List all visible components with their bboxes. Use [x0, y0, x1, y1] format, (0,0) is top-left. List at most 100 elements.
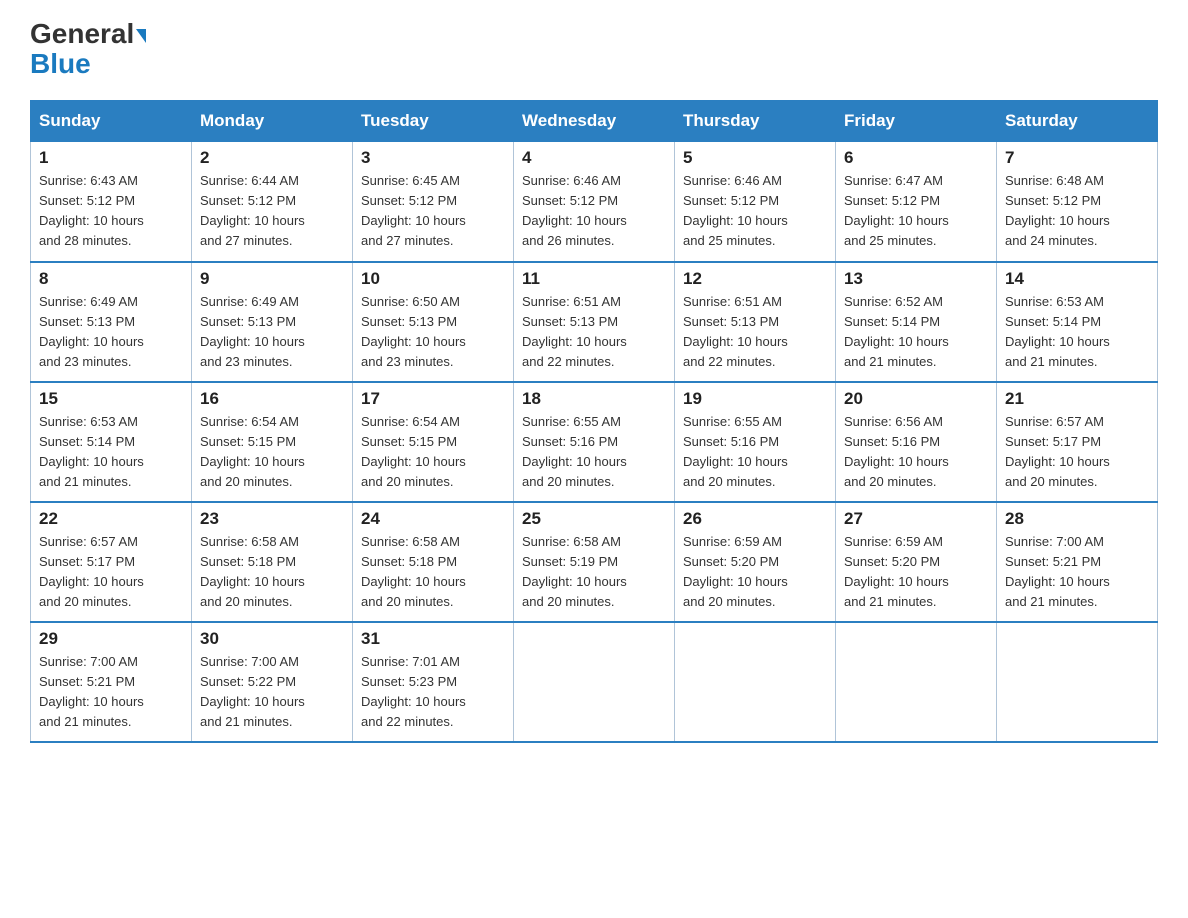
calendar-cell: 12 Sunrise: 6:51 AMSunset: 5:13 PMDaylig…	[675, 262, 836, 382]
day-number: 13	[844, 269, 988, 289]
calendar-week-row: 1 Sunrise: 6:43 AMSunset: 5:12 PMDayligh…	[31, 142, 1158, 262]
weekday-header-tuesday: Tuesday	[353, 101, 514, 142]
day-number: 7	[1005, 148, 1149, 168]
day-info: Sunrise: 6:46 AMSunset: 5:12 PMDaylight:…	[683, 173, 788, 248]
day-number: 29	[39, 629, 183, 649]
calendar-cell: 17 Sunrise: 6:54 AMSunset: 5:15 PMDaylig…	[353, 382, 514, 502]
day-number: 6	[844, 148, 988, 168]
calendar-cell: 5 Sunrise: 6:46 AMSunset: 5:12 PMDayligh…	[675, 142, 836, 262]
weekday-header-row: SundayMondayTuesdayWednesdayThursdayFrid…	[31, 101, 1158, 142]
day-info: Sunrise: 6:57 AMSunset: 5:17 PMDaylight:…	[39, 534, 144, 609]
calendar-week-row: 22 Sunrise: 6:57 AMSunset: 5:17 PMDaylig…	[31, 502, 1158, 622]
calendar-cell: 15 Sunrise: 6:53 AMSunset: 5:14 PMDaylig…	[31, 382, 192, 502]
day-info: Sunrise: 6:56 AMSunset: 5:16 PMDaylight:…	[844, 414, 949, 489]
day-number: 11	[522, 269, 666, 289]
calendar-cell	[675, 622, 836, 742]
calendar-cell: 2 Sunrise: 6:44 AMSunset: 5:12 PMDayligh…	[192, 142, 353, 262]
calendar-cell: 26 Sunrise: 6:59 AMSunset: 5:20 PMDaylig…	[675, 502, 836, 622]
day-number: 23	[200, 509, 344, 529]
day-number: 12	[683, 269, 827, 289]
calendar-cell: 11 Sunrise: 6:51 AMSunset: 5:13 PMDaylig…	[514, 262, 675, 382]
day-info: Sunrise: 6:54 AMSunset: 5:15 PMDaylight:…	[200, 414, 305, 489]
calendar-cell: 30 Sunrise: 7:00 AMSunset: 5:22 PMDaylig…	[192, 622, 353, 742]
day-number: 4	[522, 148, 666, 168]
day-number: 19	[683, 389, 827, 409]
calendar-table: SundayMondayTuesdayWednesdayThursdayFrid…	[30, 100, 1158, 743]
day-info: Sunrise: 6:47 AMSunset: 5:12 PMDaylight:…	[844, 173, 949, 248]
day-info: Sunrise: 6:58 AMSunset: 5:19 PMDaylight:…	[522, 534, 627, 609]
calendar-cell: 22 Sunrise: 6:57 AMSunset: 5:17 PMDaylig…	[31, 502, 192, 622]
logo: General Blue	[30, 20, 146, 80]
day-number: 22	[39, 509, 183, 529]
day-info: Sunrise: 6:59 AMSunset: 5:20 PMDaylight:…	[844, 534, 949, 609]
calendar-cell: 7 Sunrise: 6:48 AMSunset: 5:12 PMDayligh…	[997, 142, 1158, 262]
weekday-header-monday: Monday	[192, 101, 353, 142]
calendar-cell: 20 Sunrise: 6:56 AMSunset: 5:16 PMDaylig…	[836, 382, 997, 502]
calendar-cell	[836, 622, 997, 742]
day-number: 8	[39, 269, 183, 289]
calendar-cell: 19 Sunrise: 6:55 AMSunset: 5:16 PMDaylig…	[675, 382, 836, 502]
calendar-cell: 3 Sunrise: 6:45 AMSunset: 5:12 PMDayligh…	[353, 142, 514, 262]
day-number: 27	[844, 509, 988, 529]
day-number: 18	[522, 389, 666, 409]
day-number: 15	[39, 389, 183, 409]
calendar-cell: 1 Sunrise: 6:43 AMSunset: 5:12 PMDayligh…	[31, 142, 192, 262]
day-info: Sunrise: 6:58 AMSunset: 5:18 PMDaylight:…	[361, 534, 466, 609]
calendar-cell: 29 Sunrise: 7:00 AMSunset: 5:21 PMDaylig…	[31, 622, 192, 742]
calendar-cell: 6 Sunrise: 6:47 AMSunset: 5:12 PMDayligh…	[836, 142, 997, 262]
day-number: 1	[39, 148, 183, 168]
day-number: 28	[1005, 509, 1149, 529]
day-number: 30	[200, 629, 344, 649]
day-info: Sunrise: 6:49 AMSunset: 5:13 PMDaylight:…	[39, 294, 144, 369]
day-info: Sunrise: 6:59 AMSunset: 5:20 PMDaylight:…	[683, 534, 788, 609]
calendar-cell: 27 Sunrise: 6:59 AMSunset: 5:20 PMDaylig…	[836, 502, 997, 622]
day-info: Sunrise: 7:00 AMSunset: 5:22 PMDaylight:…	[200, 654, 305, 729]
day-info: Sunrise: 6:45 AMSunset: 5:12 PMDaylight:…	[361, 173, 466, 248]
day-info: Sunrise: 7:00 AMSunset: 5:21 PMDaylight:…	[1005, 534, 1110, 609]
day-info: Sunrise: 6:55 AMSunset: 5:16 PMDaylight:…	[522, 414, 627, 489]
day-number: 21	[1005, 389, 1149, 409]
day-number: 16	[200, 389, 344, 409]
weekday-header-saturday: Saturday	[997, 101, 1158, 142]
day-info: Sunrise: 7:00 AMSunset: 5:21 PMDaylight:…	[39, 654, 144, 729]
calendar-cell	[514, 622, 675, 742]
day-info: Sunrise: 6:54 AMSunset: 5:15 PMDaylight:…	[361, 414, 466, 489]
day-number: 9	[200, 269, 344, 289]
day-info: Sunrise: 7:01 AMSunset: 5:23 PMDaylight:…	[361, 654, 466, 729]
day-info: Sunrise: 6:51 AMSunset: 5:13 PMDaylight:…	[683, 294, 788, 369]
day-info: Sunrise: 6:53 AMSunset: 5:14 PMDaylight:…	[39, 414, 144, 489]
calendar-cell: 31 Sunrise: 7:01 AMSunset: 5:23 PMDaylig…	[353, 622, 514, 742]
day-number: 5	[683, 148, 827, 168]
weekday-header-sunday: Sunday	[31, 101, 192, 142]
weekday-header-friday: Friday	[836, 101, 997, 142]
weekday-header-thursday: Thursday	[675, 101, 836, 142]
logo-general: General	[30, 20, 146, 48]
calendar-cell: 25 Sunrise: 6:58 AMSunset: 5:19 PMDaylig…	[514, 502, 675, 622]
day-number: 3	[361, 148, 505, 168]
calendar-cell: 14 Sunrise: 6:53 AMSunset: 5:14 PMDaylig…	[997, 262, 1158, 382]
page-header: General Blue	[30, 20, 1158, 80]
day-number: 24	[361, 509, 505, 529]
calendar-cell: 4 Sunrise: 6:46 AMSunset: 5:12 PMDayligh…	[514, 142, 675, 262]
calendar-cell: 18 Sunrise: 6:55 AMSunset: 5:16 PMDaylig…	[514, 382, 675, 502]
calendar-cell	[997, 622, 1158, 742]
day-number: 25	[522, 509, 666, 529]
calendar-cell: 8 Sunrise: 6:49 AMSunset: 5:13 PMDayligh…	[31, 262, 192, 382]
calendar-cell: 21 Sunrise: 6:57 AMSunset: 5:17 PMDaylig…	[997, 382, 1158, 502]
day-info: Sunrise: 6:43 AMSunset: 5:12 PMDaylight:…	[39, 173, 144, 248]
day-info: Sunrise: 6:53 AMSunset: 5:14 PMDaylight:…	[1005, 294, 1110, 369]
day-number: 14	[1005, 269, 1149, 289]
calendar-week-row: 29 Sunrise: 7:00 AMSunset: 5:21 PMDaylig…	[31, 622, 1158, 742]
weekday-header-wednesday: Wednesday	[514, 101, 675, 142]
calendar-cell: 10 Sunrise: 6:50 AMSunset: 5:13 PMDaylig…	[353, 262, 514, 382]
calendar-cell: 28 Sunrise: 7:00 AMSunset: 5:21 PMDaylig…	[997, 502, 1158, 622]
calendar-cell: 9 Sunrise: 6:49 AMSunset: 5:13 PMDayligh…	[192, 262, 353, 382]
day-info: Sunrise: 6:48 AMSunset: 5:12 PMDaylight:…	[1005, 173, 1110, 248]
day-info: Sunrise: 6:52 AMSunset: 5:14 PMDaylight:…	[844, 294, 949, 369]
day-number: 31	[361, 629, 505, 649]
calendar-week-row: 8 Sunrise: 6:49 AMSunset: 5:13 PMDayligh…	[31, 262, 1158, 382]
day-info: Sunrise: 6:44 AMSunset: 5:12 PMDaylight:…	[200, 173, 305, 248]
day-number: 26	[683, 509, 827, 529]
day-info: Sunrise: 6:51 AMSunset: 5:13 PMDaylight:…	[522, 294, 627, 369]
calendar-cell: 16 Sunrise: 6:54 AMSunset: 5:15 PMDaylig…	[192, 382, 353, 502]
